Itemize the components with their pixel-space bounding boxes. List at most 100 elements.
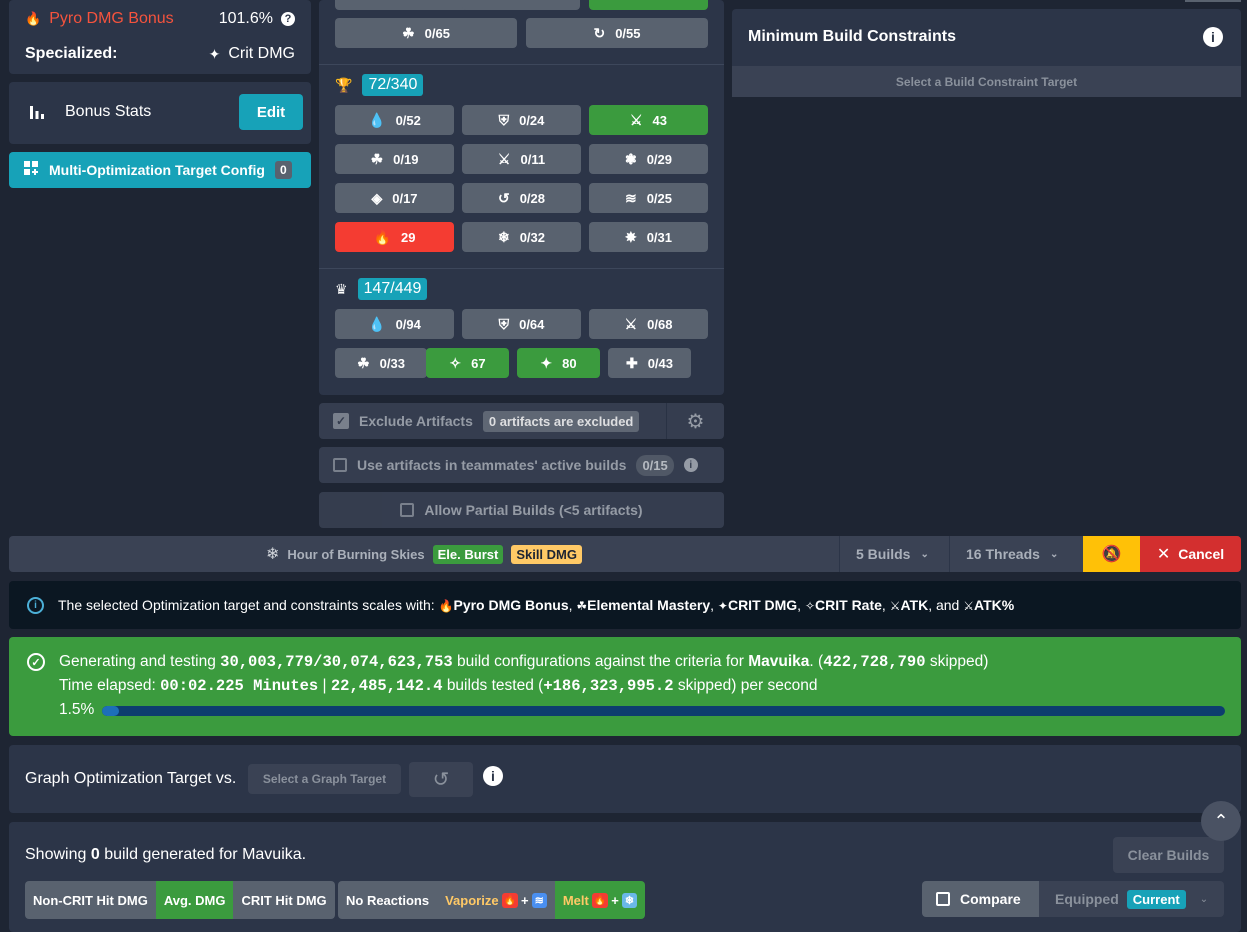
undo-icon: ↺ [432, 769, 450, 791]
checkbox-checked-icon: ✓ [333, 413, 349, 429]
bell-slash-icon: 🔕 [1101, 546, 1122, 563]
circlet-icon: ♛ [335, 280, 348, 297]
main-stat-filter-button[interactable]: ❄ 0/32 [462, 222, 581, 252]
def-icon: ⛨ [498, 315, 510, 332]
graph-info-icon[interactable]: i [483, 766, 503, 786]
stat-count: 0/25 [646, 190, 673, 206]
teammates-toggle[interactable]: Use artifacts in teammates' active build… [319, 447, 724, 483]
clear-builds-button[interactable]: Clear Builds [1113, 837, 1224, 873]
main-stat-filter-button[interactable]: ☘ 0/33 [335, 348, 427, 378]
showing-suffix: build generated for Mavuika. [104, 846, 307, 863]
skill-dmg-tag: Skill DMG [511, 544, 582, 564]
target-display[interactable]: ❄ Hour of Burning Skies Ele. Burst Skill… [9, 536, 840, 572]
main-stat-filter-button[interactable]: ↻ 0/55 [526, 18, 708, 48]
crit-dmg-icon: ✦ [717, 599, 728, 613]
graph-reset-button[interactable]: ↺ [409, 762, 473, 797]
hydro-icon: ≋ [531, 892, 547, 908]
scroll-to-top-button[interactable]: ⌃ [1201, 801, 1241, 841]
main-stat-filter-button[interactable]: ❃ 0/29 [589, 144, 708, 174]
time-value: 00:02.225 Minutes [160, 677, 319, 695]
partial-builds-toggle[interactable]: Allow Partial Builds (<5 artifacts) [319, 492, 724, 528]
pyro-icon: 🔥 [591, 892, 609, 908]
help-icon[interactable]: ? [281, 12, 295, 26]
main-stat-filter-button[interactable]: ⛨ 0/24 [462, 105, 581, 135]
exclude-artifacts-toggle[interactable]: ✓ Exclude Artifacts 0 artifacts are excl… [319, 403, 667, 439]
main-stat-button-partial[interactable] [589, 0, 708, 10]
build-count: 0 [90, 846, 100, 863]
elemental-mastery-icon: ☘ [370, 150, 384, 167]
pyro-icon: 🔥 [25, 11, 42, 26]
percent-label: 1.5% [59, 701, 95, 718]
crit-hit-button[interactable]: CRIT Hit DMG [233, 881, 335, 919]
cancel-button[interactable]: ✕ Cancel [1140, 536, 1241, 572]
main-stat-filter-button[interactable]: ☘ 0/19 [335, 144, 454, 174]
graph-label: Graph Optimization Target vs. [25, 770, 237, 787]
divider [319, 64, 724, 65]
melt-label: Melt [562, 892, 589, 908]
main-stat-filter-button[interactable]: ✦ 80 [517, 348, 600, 378]
equipped-dropdown[interactable]: Equipped Current ⌄ [1039, 881, 1224, 917]
pyro-dmg-row: 🔥 Pyro DMG Bonus [25, 10, 174, 28]
scaling-stat: ATK% [974, 597, 1015, 613]
stat-count: 43 [652, 112, 668, 128]
stat-count: 0/11 [520, 151, 546, 167]
dendro-icon: ↺ [497, 189, 510, 206]
burst-icon: ❄ [265, 546, 280, 563]
chevron-down-icon: ⌄ [1199, 893, 1209, 905]
main-stat-filter-button[interactable]: ↺ 0/28 [462, 183, 581, 213]
main-stat-filter-button[interactable]: ⚔ 43 [589, 105, 708, 135]
threads-dropdown[interactable]: 16 Threads ⌄ [950, 536, 1083, 572]
compare-toggle[interactable]: Compare [922, 881, 1039, 917]
energy-recharge-icon: ↻ [593, 24, 606, 41]
avg-dmg-button[interactable]: Avg. DMG [155, 881, 234, 919]
stat-count: 0/19 [393, 151, 419, 167]
main-stat-filter-button[interactable]: ☘ 0/65 [335, 18, 517, 48]
constraint-target-select[interactable]: Select a Build Constraint Target [732, 66, 1241, 97]
main-stat-filter-button[interactable]: ◈ 0/17 [335, 183, 454, 213]
no-reactions-button[interactable]: No Reactions [338, 881, 438, 919]
equipped-label: Equipped [1055, 891, 1119, 907]
elemental-mastery-icon: ☘ [402, 24, 415, 41]
hydro-icon: ≋ [624, 189, 637, 206]
close-icon: ✕ [1156, 546, 1171, 563]
vaporize-button[interactable]: Vaporize 🔥 + ≋ [437, 881, 555, 919]
hp-icon: 💧 [368, 111, 386, 128]
main-stat-filter-button[interactable]: 💧 0/94 [335, 309, 454, 339]
crit-rate-icon: ✧ [804, 599, 816, 613]
separator: , [881, 597, 886, 613]
scaling-prefix: The selected Optimization target and con… [58, 597, 435, 613]
main-stat-filter-button[interactable]: ⚔ 0/11 [462, 144, 581, 174]
main-stat-filter-button[interactable]: ⛨ 0/64 [462, 309, 581, 339]
notification-button[interactable]: 🔕 [1083, 536, 1140, 572]
multi-opt-button[interactable]: Multi-Optimization Target Config 0 [9, 152, 311, 188]
edit-button[interactable]: Edit [239, 94, 303, 130]
main-stat-filter-button[interactable]: ✧ 67 [426, 348, 509, 378]
stat-count: 0/52 [395, 112, 421, 128]
main-stat-filter-button[interactable]: ⚔ 0/68 [589, 309, 708, 339]
progress-text: Generating and testing [59, 653, 216, 670]
dmg-mode-group: Non-CRIT Hit DMG Avg. DMG CRIT Hit DMG [25, 881, 335, 919]
pyro-icon: 🔥 [373, 228, 391, 245]
goblet-icon: 🏆 [335, 76, 353, 93]
graph-target-select[interactable]: Select a Graph Target [248, 764, 401, 794]
melt-button[interactable]: Melt 🔥 + ❄ [554, 881, 646, 919]
skip-rate-value: +186,323,995.2 [543, 677, 674, 695]
separator: , and [928, 597, 960, 613]
optimize-toolbar: ❄ Hour of Burning Skies Ele. Burst Skill… [9, 536, 1241, 572]
builds-dropdown[interactable]: 5 Builds ⌄ [840, 536, 950, 572]
main-stat-filter-button[interactable]: 💧 0/52 [335, 105, 454, 135]
scaling-stat: CRIT DMG [727, 597, 798, 613]
constraints-info-icon[interactable]: i [1203, 27, 1223, 47]
scaling-info-alert: i The selected Optimization target and c… [9, 581, 1241, 629]
main-stat-button-partial[interactable] [462, 0, 580, 10]
non-crit-button[interactable]: Non-CRIT Hit DMG [25, 881, 156, 919]
exclude-settings-button[interactable]: ⚙ [667, 409, 724, 434]
main-stat-filter-button[interactable]: ✸ 0/31 [589, 222, 708, 252]
info-icon[interactable]: i [683, 458, 698, 472]
main-stat-filter-button[interactable]: ≋ 0/25 [589, 183, 708, 213]
main-stat-filter-button[interactable]: 🔥 29 [335, 222, 454, 252]
progress-line-1: Generating and testing 30,003,779/30,074… [59, 653, 989, 671]
teammates-count: 0/15 [636, 454, 674, 476]
main-stat-filter-button[interactable]: ✚ 0/43 [608, 348, 691, 378]
divider [319, 268, 724, 269]
